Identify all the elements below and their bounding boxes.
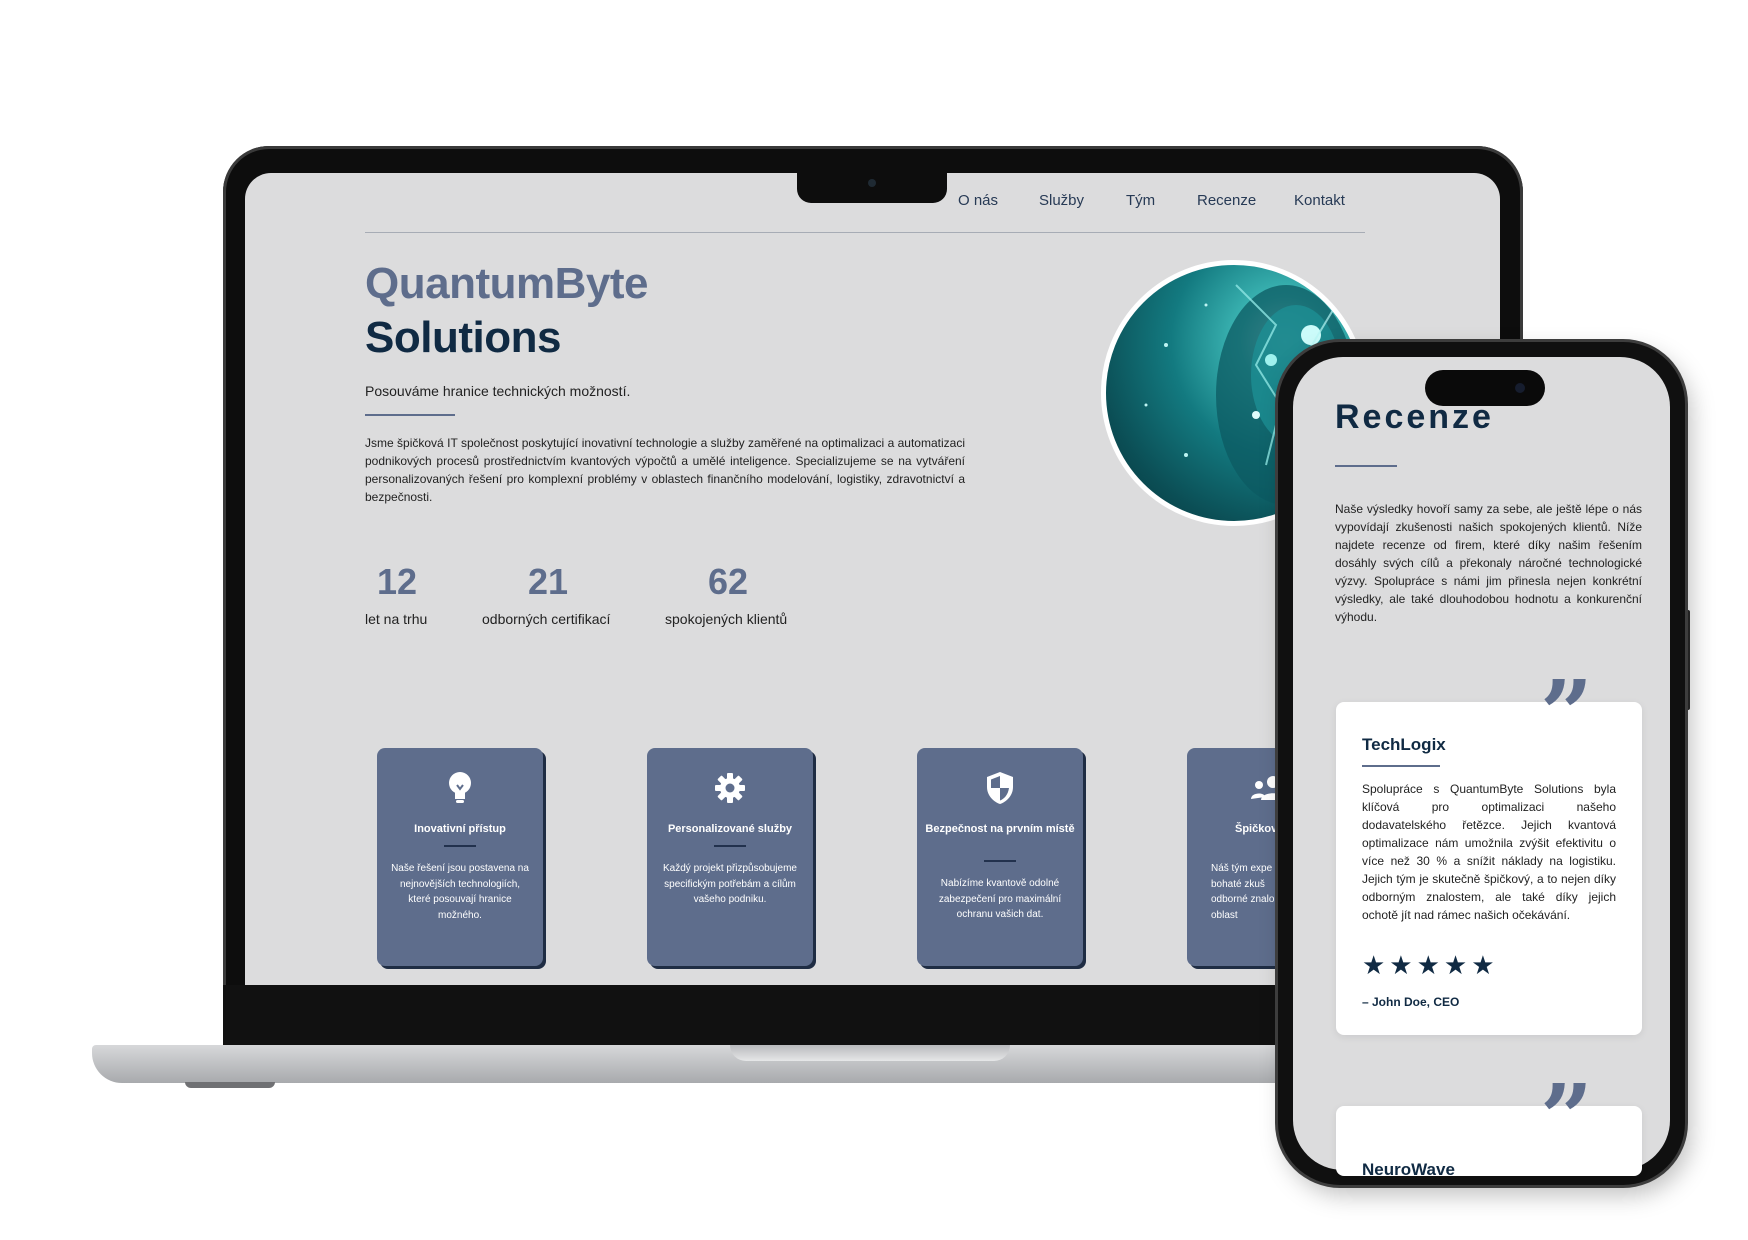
card-text: Náš tým expe bohaté zkuš odborné znalo o… [1211,863,1275,921]
card-divider [714,845,746,847]
card-title: Inovativní přístup [414,823,506,835]
dynamic-island [1425,370,1545,406]
quote-icon: ” [1540,660,1593,768]
card-title: Personalizované služby [667,823,793,835]
laptop-foot [185,1082,275,1088]
nav-divider [365,232,1365,233]
review-author: – John Doe, CEO [1362,995,1460,1009]
card-divider [984,860,1016,862]
shield-icon [917,770,1083,806]
nav-link-reviews[interactable]: Recenze [1197,192,1256,209]
nav-link-team[interactable]: Tým [1126,192,1155,209]
stat-value: 21 [528,561,569,602]
review-text: Spolupráce s QuantumByte Solutions byla … [1362,782,1616,922]
feature-card-personalized: Personalizované služby Každý projekt při… [647,748,813,966]
brand-title: QuantumByte [365,259,648,308]
reviews-intro: Naše výsledky hovoří samy za sebe, ale j… [1335,502,1642,624]
feature-card-innovation: Inovativní přístup Naše řešení jsou post… [377,748,543,966]
card-text: Nabízíme kvantově odolné zabezpečení pro… [938,878,1062,920]
accent-line [1335,465,1397,467]
laptop-notch [797,173,947,203]
laptop-groove [730,1045,1010,1061]
nav-link-services[interactable]: Služby [1039,192,1084,209]
nav-link-about[interactable]: O nás [958,192,998,209]
stat-label: spokojených klientů [665,611,788,627]
stat-label: odborných certifikací [482,611,611,627]
quote-icon: ” [1540,1064,1593,1172]
accent-line [1362,765,1440,767]
feature-card-security: Bezpečnost na prvním místě Nabízíme kvan… [917,748,1083,966]
gear-icon [647,770,813,806]
stat-value: 62 [708,561,749,602]
card-text: Každý projekt přizpůsobujeme specifickým… [663,863,797,905]
brand-subtitle: Solutions [365,313,561,362]
intro-paragraph: Jsme špičková IT společnost poskytující … [365,436,965,504]
card-text: Naše řešení jsou postavena na nejnovější… [391,863,529,921]
review-company: NeuroWave [1362,1160,1455,1179]
tagline: Posouváme hranice technických možností. [365,383,631,399]
card-divider [444,845,476,847]
accent-line [365,414,455,416]
phone-power-button [1686,610,1690,710]
nav-link-contact[interactable]: Kontakt [1294,192,1345,209]
review-company: TechLogix [1362,735,1446,754]
lightbulb-icon [377,770,543,806]
stat-value: 12 [377,561,418,602]
card-title: Bezpečnost na prvním místě [925,823,1075,835]
star-rating: ★★★★★ [1362,950,1499,980]
stat-label: let na trhu [365,611,428,627]
card-title: Špičkový [1235,823,1284,835]
